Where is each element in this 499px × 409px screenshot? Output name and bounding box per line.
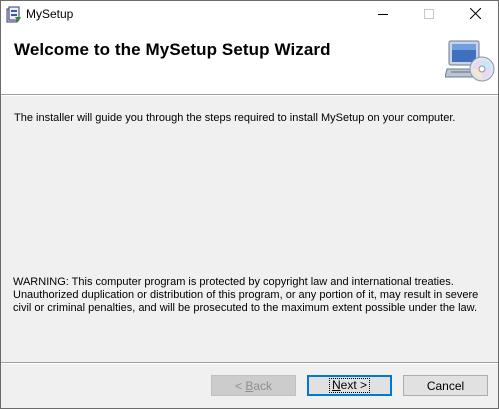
title-bar[interactable]: MySetup (1, 1, 498, 29)
window-title: MySetup (26, 7, 74, 21)
maximize-icon (424, 6, 434, 24)
intro-text: The installer will guide you through the… (14, 112, 456, 124)
close-button[interactable] (452, 1, 498, 29)
computer-cd-icon (444, 39, 495, 85)
next-button-rest: ext > (340, 378, 368, 392)
back-button[interactable]: < Back (211, 375, 296, 396)
next-button-focus: Next > (328, 378, 371, 393)
banner-divider (1, 94, 498, 96)
cancel-button[interactable]: Cancel (403, 375, 488, 396)
copyright-warning: WARNING: This computer program is protec… (13, 276, 479, 314)
minimize-button[interactable] (360, 1, 406, 29)
back-button-prefix: < (234, 378, 246, 393)
setup-window: MySetup Welcome to the MySetup Setup Wiz… (0, 0, 499, 409)
installer-icon (6, 6, 22, 23)
next-button-mnemonic: N (331, 378, 341, 392)
wizard-banner: Welcome to the MySetup Setup Wizard (1, 29, 498, 94)
minimize-icon (378, 6, 388, 24)
close-icon (469, 6, 481, 24)
cancel-button-label: Cancel (426, 378, 465, 393)
back-button-rest: ack (253, 378, 273, 393)
back-button-mnemonic: B (245, 378, 254, 393)
next-button[interactable]: Next > (307, 375, 392, 396)
button-divider (1, 362, 498, 364)
wizard-title: Welcome to the MySetup Setup Wizard (14, 40, 331, 59)
maximize-button[interactable] (406, 1, 452, 29)
